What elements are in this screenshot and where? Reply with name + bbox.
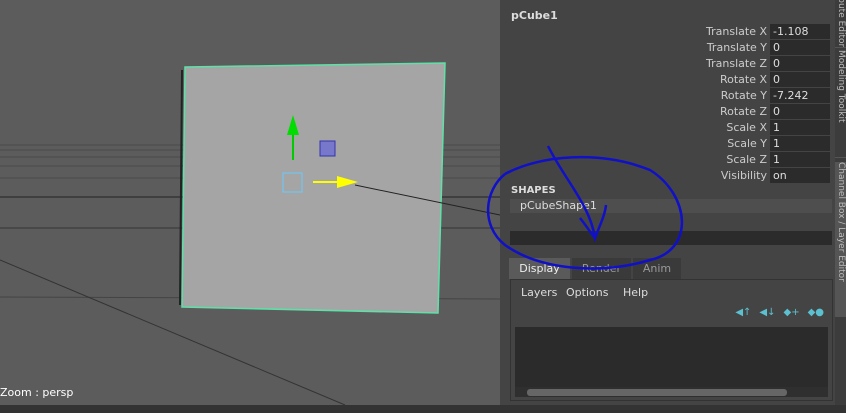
attr-label: Rotate X	[719, 73, 767, 86]
menu-options[interactable]: Options	[566, 286, 608, 299]
attr-translate-x[interactable]: Translate X -1.108	[622, 24, 832, 39]
horizontal-scrollbar[interactable]	[515, 387, 828, 397]
move-layer-down-icon[interactable]: ◀↓	[759, 307, 775, 318]
attr-value[interactable]: 1	[770, 136, 830, 151]
layer-list[interactable]	[515, 327, 828, 387]
tab-anim[interactable]: Anim	[633, 258, 681, 279]
attr-value[interactable]: 0	[770, 104, 830, 119]
inputs-bar[interactable]	[510, 231, 832, 245]
attr-label: Scale Z	[726, 153, 767, 166]
pcube1-mesh[interactable]	[181, 62, 446, 314]
attr-label: Rotate Y	[720, 89, 767, 102]
side-tab-modeling-toolkit[interactable]: Modeling Toolkit	[835, 50, 846, 158]
attr-translate-y[interactable]: Translate Y0	[622, 40, 832, 55]
attr-label: Translate X	[706, 25, 767, 38]
attr-label: Translate Y	[706, 41, 767, 54]
channel-box: pCube1 Translate X -1.108 Translate Y0 Tr…	[502, 0, 835, 405]
attr-value[interactable]: 0	[770, 40, 830, 55]
attr-label: Scale Y	[727, 137, 767, 150]
attr-label: Rotate Z	[719, 105, 767, 118]
attr-translate-z[interactable]: Translate Z0	[622, 56, 832, 71]
move-layer-up-icon[interactable]: ◀↑	[735, 307, 751, 318]
attr-rotate-z[interactable]: Rotate Z0	[622, 104, 832, 119]
time-ruler[interactable]	[0, 405, 846, 413]
cube-edge	[179, 69, 183, 306]
menu-help[interactable]: Help	[623, 286, 648, 299]
attr-label: Translate Z	[706, 57, 767, 70]
menu-layers[interactable]: Layers	[521, 286, 557, 299]
attr-scale-z[interactable]: Scale Z1	[622, 152, 832, 167]
layer-editor: Layers Options Help ◀↑ ◀↓ ◆+ ◆●	[510, 279, 833, 401]
shape-item[interactable]: pCubeShape1	[510, 199, 832, 213]
attr-value[interactable]: 0	[770, 72, 830, 87]
object-name[interactable]: pCube1	[511, 9, 558, 22]
attr-value[interactable]: 0	[770, 56, 830, 71]
side-tab-strip: Attribute Editor Modeling Toolkit Channe…	[835, 0, 846, 405]
side-tab-attribute-editor[interactable]: Attribute Editor	[835, 0, 846, 48]
new-layer-icon[interactable]: ◆+	[784, 307, 800, 318]
attr-label: Scale X	[726, 121, 767, 134]
attr-scale-x[interactable]: Scale X1	[622, 120, 832, 135]
camera-label: Zoom : persp	[0, 386, 74, 399]
tab-display[interactable]: Display	[509, 258, 570, 279]
new-layer-selected-icon[interactable]: ◆●	[808, 307, 824, 318]
attr-label: Visibility	[720, 169, 767, 182]
attr-scale-y[interactable]: Scale Y1	[622, 136, 832, 151]
scrollbar-thumb[interactable]	[527, 389, 787, 396]
attr-value[interactable]: -1.108	[770, 24, 830, 39]
attr-rotate-x[interactable]: Rotate X0	[622, 72, 832, 87]
attr-value[interactable]: -7.242	[770, 88, 830, 103]
attr-visibility[interactable]: Visibility on	[622, 168, 832, 183]
attr-rotate-y[interactable]: Rotate Y -7.242	[622, 88, 832, 103]
tab-render[interactable]: Render	[572, 258, 631, 279]
shapes-header: SHAPES	[511, 185, 556, 196]
scene	[0, 62, 500, 405]
attr-value[interactable]: on	[770, 168, 830, 183]
attr-value[interactable]: 1	[770, 120, 830, 135]
attr-value[interactable]: 1	[770, 152, 830, 167]
side-tab-channel-box[interactable]: Channel Box / Layer Editor	[835, 162, 846, 317]
3d-viewport[interactable]: Zoom : persp	[0, 0, 500, 405]
